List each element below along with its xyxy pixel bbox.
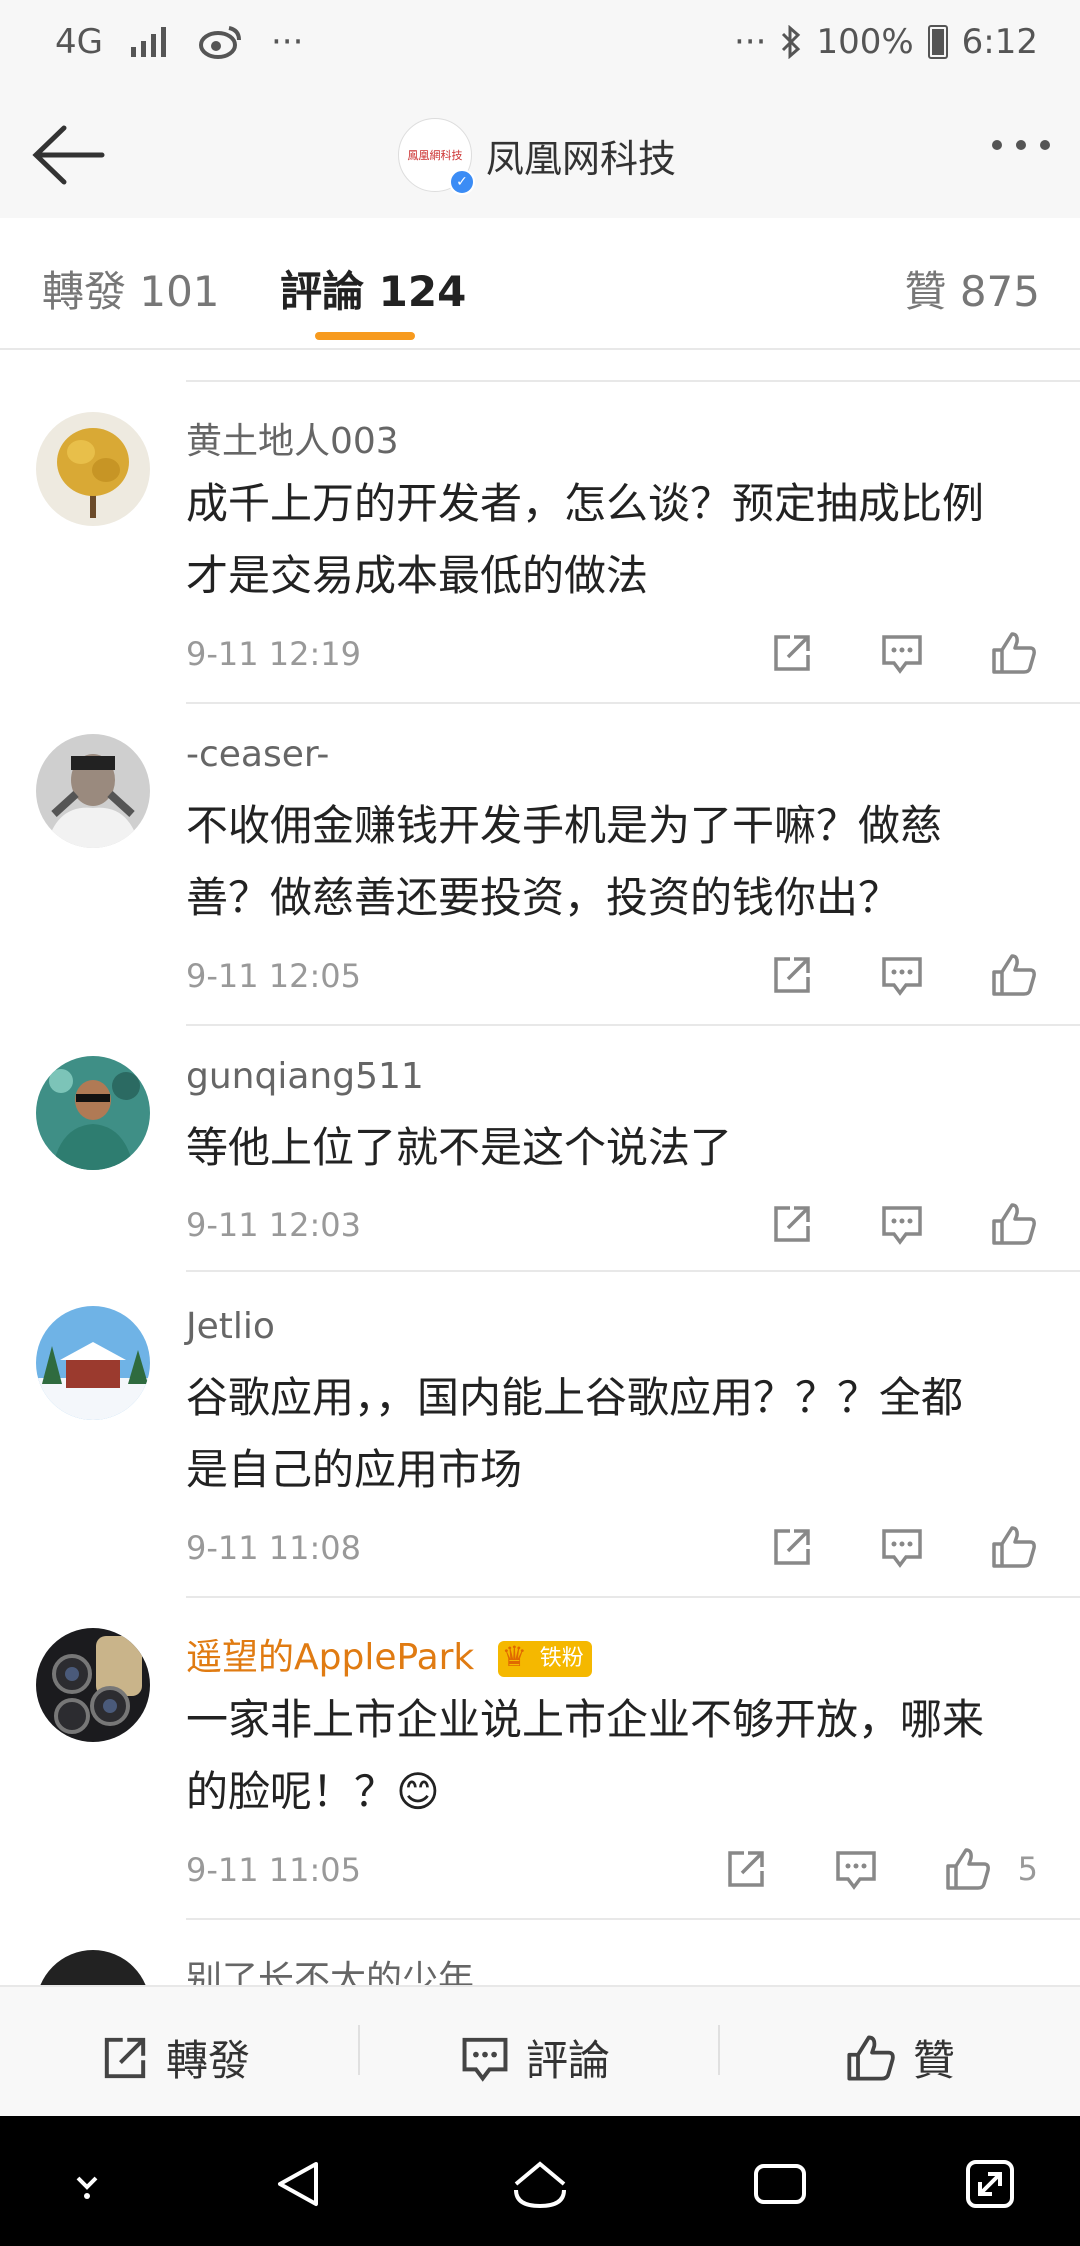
- comment-time: 9-11 11:08: [186, 1529, 362, 1567]
- comment-actions: [770, 1201, 1038, 1247]
- comment-time: 9-11 11:05: [186, 1851, 362, 1889]
- like-icon[interactable]: [944, 1846, 992, 1892]
- avatar-logo-text: 鳳凰網科技: [407, 149, 463, 162]
- comment-icon[interactable]: [880, 1525, 924, 1569]
- network-type: 4G: [55, 22, 103, 62]
- comment-text: 成千上万的开发者，怎么谈？预定抽成比例 才是交易成本最低的做法: [186, 479, 985, 600]
- back-arrow-icon: [32, 125, 105, 185]
- repost-icon: [104, 2037, 146, 2078]
- account-name: 凤凰网科技: [486, 136, 677, 181]
- comment-text: 谷歌应用，，国内能上谷歌应用？？？全都 是自己的应用市场: [186, 1373, 964, 1494]
- hide-keyboard-icon[interactable]: [62, 2156, 112, 2206]
- home-icon[interactable]: [510, 2156, 570, 2212]
- avatar[interactable]: [36, 1306, 150, 1420]
- bottom-action-bar: 轉發 評論 贊: [0, 1985, 1080, 2117]
- clock: 6:12: [961, 22, 1038, 62]
- battery-icon: [927, 25, 948, 59]
- like-icon[interactable]: [990, 630, 1038, 676]
- avatar[interactable]: [36, 1056, 150, 1170]
- repost-button[interactable]: 轉發: [100, 2027, 250, 2088]
- like-icon: [847, 2035, 895, 2080]
- back-button[interactable]: [28, 120, 108, 190]
- comment-icon[interactable]: [880, 953, 924, 997]
- system-nav-bar: [0, 2116, 1080, 2246]
- active-tab-indicator: [315, 332, 415, 340]
- comment-actions: [770, 1524, 1038, 1570]
- weibo-icon: [198, 26, 241, 59]
- comment-button[interactable]: 評論: [460, 2027, 610, 2088]
- verified-icon: ✓: [449, 169, 475, 195]
- bluetooth-icon: [782, 25, 801, 59]
- comment-time: 9-11 12:19: [186, 635, 362, 673]
- comment-text: 等他上位了就不是这个说法了: [186, 1123, 733, 1172]
- comment-username[interactable]: 遥望的ApplePark ♛ 铁粉: [186, 1628, 592, 1680]
- battery-percent: 100%: [816, 22, 914, 62]
- repost-icon[interactable]: [770, 1202, 814, 1246]
- like-icon[interactable]: [990, 1201, 1038, 1247]
- tab-bar: 轉發 101 評論 124 贊 875: [0, 218, 1080, 350]
- comment-time: 9-11 12:05: [186, 957, 362, 995]
- repost-icon[interactable]: [770, 1525, 814, 1569]
- comment-username[interactable]: 别了长不大的少年: [186, 1950, 474, 1985]
- comment-actions: [770, 952, 1038, 998]
- comment-username[interactable]: Jetlio: [186, 1306, 275, 1347]
- tab-reposts[interactable]: 轉發 101: [42, 258, 220, 319]
- like-icon[interactable]: [990, 1524, 1038, 1570]
- avatar[interactable]: [36, 734, 150, 848]
- tab-likes[interactable]: 贊 875: [904, 258, 1040, 319]
- crown-icon: ♛: [501, 1640, 527, 1673]
- like-icon[interactable]: [990, 952, 1038, 998]
- comment-icon[interactable]: [880, 631, 924, 675]
- comment-actions: [770, 630, 1038, 676]
- avatar[interactable]: [36, 1950, 150, 1985]
- avatar[interactable]: [36, 412, 150, 526]
- comment-label: 評論: [526, 2036, 611, 2085]
- expand-icon[interactable]: [962, 2156, 1018, 2212]
- more-options-button[interactable]: [992, 140, 1050, 150]
- fan-badge[interactable]: ♛ 铁粉: [497, 1640, 592, 1677]
- account-avatar: 鳳凰網科技 ✓: [398, 118, 475, 195]
- comment-text: 不收佣金赚钱开发手机是为了干嘛？做慈 善？做慈善还要投资，投资的钱你出？: [186, 801, 943, 922]
- comment-actions: 5: [724, 1846, 1038, 1892]
- tab-comments[interactable]: 評論 124: [280, 258, 466, 319]
- nav-bar: 鳳凰網科技 ✓ 凤凰网科技: [0, 92, 1080, 220]
- comment-time: 9-11 12:03: [186, 1206, 362, 1244]
- avatar[interactable]: [36, 1628, 150, 1742]
- comment-username[interactable]: gunqiang511: [186, 1056, 424, 1097]
- like-button[interactable]: 贊: [845, 2027, 955, 2088]
- status-bar: 4G ··· ··· 100% 6:12: [0, 0, 1080, 92]
- comment-username[interactable]: -ceaser-: [186, 734, 329, 775]
- like-count: 5: [1017, 1850, 1038, 1888]
- comment-icon: [462, 2037, 508, 2082]
- repost-icon[interactable]: [770, 631, 814, 675]
- account-header[interactable]: 鳳凰網科技 ✓ 凤凰网科技: [398, 112, 676, 198]
- comment-icon[interactable]: [880, 1202, 924, 1246]
- comment-username[interactable]: 黄土地人003: [186, 412, 399, 464]
- signal-icon: [130, 27, 166, 57]
- status-more-left: ···: [270, 22, 304, 62]
- recent-apps-icon[interactable]: [750, 2156, 810, 2212]
- like-label: 贊: [913, 2036, 956, 2085]
- comment-text: 一家非上市企业说上市企业不够开放，哪来 的脸呢！？😊: [186, 1695, 985, 1816]
- comment-icon[interactable]: [834, 1847, 878, 1891]
- repost-icon[interactable]: [724, 1847, 768, 1891]
- repost-icon[interactable]: [770, 953, 814, 997]
- back-nav-icon[interactable]: [272, 2156, 328, 2212]
- status-more-right: ···: [734, 22, 767, 62]
- comment-list[interactable]: 黄土地人003 成千上万的开发者，怎么谈？预定抽成比例 才是交易成本最低的做法 …: [0, 350, 1080, 1985]
- repost-label: 轉發: [166, 2036, 251, 2085]
